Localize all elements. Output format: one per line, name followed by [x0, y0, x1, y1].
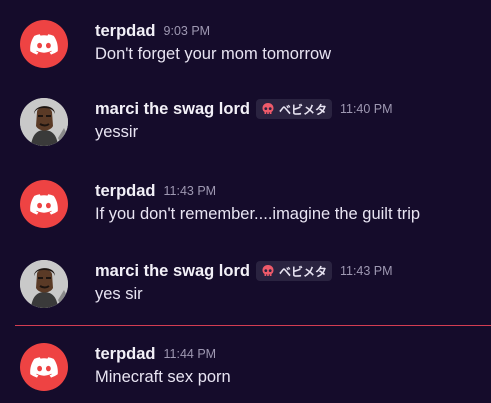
username[interactable]: marci the swag lord	[95, 100, 250, 119]
discord-logo-icon	[30, 357, 58, 378]
username[interactable]: marci the swag lord	[95, 262, 250, 281]
message-header: terpdad 9:03 PM	[95, 20, 210, 42]
timestamp[interactable]: 9:03 PM	[164, 24, 211, 38]
discord-logo-icon	[30, 194, 58, 215]
avatar[interactable]	[20, 98, 68, 146]
discord-logo-icon	[30, 34, 58, 55]
username[interactable]: terpdad	[95, 182, 156, 201]
user-avatar	[20, 98, 68, 146]
username[interactable]: terpdad	[95, 22, 156, 41]
server-tag[interactable]: ベビメタ	[255, 261, 332, 281]
timestamp[interactable]: 11:43 PM	[340, 264, 393, 278]
message-header: marci the swag lord ベビメタ 11:40 PM	[95, 98, 393, 120]
user-avatar	[20, 260, 68, 308]
message-text: yessir	[95, 123, 139, 141]
timestamp[interactable]: 11:44 PM	[164, 347, 217, 361]
message-header: terpdad 11:43 PM	[95, 180, 216, 202]
message-item: terpdad 11:44 PM Minecraft sex porn	[0, 343, 491, 403]
skull-icon	[262, 265, 274, 276]
message-text: If you don't remember....imagine the gui…	[95, 205, 421, 223]
skull-icon	[262, 103, 274, 114]
server-tag-label: ベビメタ	[278, 264, 327, 279]
message-item: marci the swag lord ベビメタ 11:43 PM yes si…	[0, 260, 491, 320]
avatar[interactable]	[20, 260, 68, 308]
avatar[interactable]	[20, 180, 68, 228]
avatar[interactable]	[20, 343, 68, 391]
message-item: terpdad 11:43 PM If you don't remember..…	[0, 180, 491, 240]
avatar[interactable]	[20, 20, 68, 68]
server-tag-label: ベビメタ	[278, 102, 327, 117]
timestamp[interactable]: 11:43 PM	[164, 184, 217, 198]
message-text: Minecraft sex porn	[95, 368, 231, 386]
message-text: Don't forget your mom tomorrow	[95, 45, 332, 63]
message-header: marci the swag lord ベビメタ 11:43 PM	[95, 260, 393, 282]
new-messages-divider	[15, 325, 491, 326]
message-text: yes sir	[95, 285, 143, 303]
message-item: marci the swag lord ベビメタ 11:40 PM yessir	[0, 98, 491, 158]
server-tag[interactable]: ベビメタ	[255, 99, 332, 119]
username[interactable]: terpdad	[95, 345, 156, 364]
timestamp[interactable]: 11:40 PM	[340, 102, 393, 116]
message-item: terpdad 9:03 PM Don't forget your mom to…	[0, 20, 491, 80]
message-header: terpdad 11:44 PM	[95, 343, 216, 365]
